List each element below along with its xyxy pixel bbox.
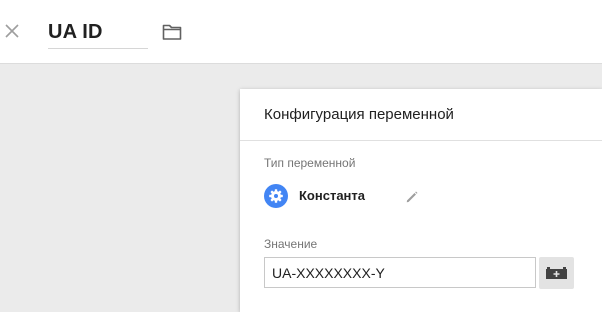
- value-input[interactable]: [264, 257, 536, 288]
- gear-icon: [264, 184, 288, 208]
- variable-name-field[interactable]: UA ID: [48, 19, 148, 49]
- variable-name[interactable]: UA ID: [48, 19, 148, 45]
- value-label: Значение: [264, 237, 318, 251]
- variable-configuration-panel: Конфигурация переменной Тип переменной К…: [240, 89, 602, 312]
- variable-type-label: Тип переменной: [264, 156, 356, 170]
- panel-header: Конфигурация переменной: [240, 89, 602, 141]
- close-icon[interactable]: [4, 23, 20, 39]
- pencil-icon[interactable]: [405, 190, 419, 204]
- variable-type-name: Константа: [299, 188, 366, 203]
- panel-title: Конфигурация переменной: [264, 106, 454, 123]
- folder-icon[interactable]: [162, 23, 182, 41]
- editor-header: UA ID: [0, 0, 602, 64]
- add-variable-button[interactable]: [539, 257, 574, 289]
- add-variable-icon: [546, 267, 567, 279]
